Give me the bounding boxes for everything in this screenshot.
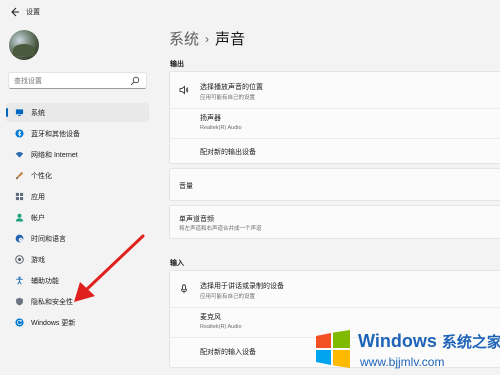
shield-icon (16, 297, 23, 306)
output-device-card: 选择播放声音的位置 应用可能有自己的设置 扬声器 Realtek(R) Audi… (169, 71, 500, 164)
sidebar-item-apps[interactable]: 应用 (6, 187, 149, 206)
breadcrumb: 系统 › 声音 (169, 28, 245, 49)
sidebar-item-bluetooth[interactable]: 蓝牙和其他设备 (6, 124, 149, 143)
wifi-icon (15, 152, 24, 158)
mono-audio-title: 单声道音频 (179, 216, 214, 223)
search-icon[interactable] (130, 76, 140, 86)
update-icon (15, 318, 24, 327)
watermark: Windows 系统之家 www.bjjmlv.com (300, 322, 500, 375)
volume-label: 音量 (179, 183, 193, 190)
brush-icon (15, 171, 24, 180)
sidebar-item-label: 帐户 (31, 215, 45, 222)
sidebar-item-label: Windows 更新 (31, 320, 76, 327)
monitor-icon (15, 109, 24, 116)
person-icon (15, 213, 24, 222)
speaker-icon (179, 85, 189, 95)
pair-output-link[interactable]: 配对新的输出设备 (170, 139, 500, 164)
watermark-brand-cn: 系统之家 (441, 334, 500, 351)
search-box[interactable] (8, 72, 147, 89)
watermark-url: www.bjjmlv.com (360, 355, 445, 369)
windows-logo-icon (316, 330, 350, 368)
sidebar-item-label: 个性化 (31, 173, 52, 180)
choose-input-title: 选择用于讲话或录制的设备 (200, 283, 284, 290)
pair-output-label: 配对新的输出设备 (200, 149, 256, 156)
apps-icon (15, 192, 24, 201)
sidebar-item-label: 应用 (31, 194, 45, 201)
sidebar-item-label: 隐私和安全性 (31, 299, 73, 306)
sidebar-item-system[interactable]: 系统 (6, 103, 149, 122)
sidebar-item-label: 网络和 Internet (31, 152, 78, 159)
output-device-detail: Realtek(R) Audio (200, 125, 242, 131)
output-section-label: 输出 (170, 61, 184, 68)
page-title: 声音 (215, 31, 246, 48)
choose-input-subtitle: 应用可能有自己的设置 (200, 294, 256, 300)
choose-output-row[interactable]: 选择播放声音的位置 应用可能有自己的设置 (170, 72, 500, 108)
sidebar-item-label: 系统 (31, 110, 45, 117)
sidebar-item-windows-update[interactable]: Windows 更新 (6, 313, 149, 332)
sidebar-item-label: 游戏 (31, 257, 45, 264)
output-device-name: 扬声器 (200, 115, 221, 122)
mono-audio-card[interactable]: 单声道音频 将左声道和右声道合并成一个声道 (169, 205, 500, 239)
sidebar: 系统 蓝牙和其他设备 网络和 Internet (0, 24, 160, 375)
sidebar-item-label: 辅助功能 (31, 278, 59, 285)
choose-input-row[interactable]: 选择用于讲话或录制的设备 应用可能有自己的设置 (170, 271, 500, 307)
globe-clock-icon (15, 234, 24, 243)
microphone-icon (180, 284, 188, 294)
mono-audio-subtitle: 将左声道和右声道合并成一个声道 (179, 226, 262, 232)
input-section-label: 输入 (170, 260, 184, 267)
avatar[interactable] (9, 30, 39, 60)
choose-output-subtitle: 应用可能有自己的设置 (200, 95, 256, 101)
settings-window: 设置 系统 蓝牙和其他 (0, 0, 500, 375)
input-device-detail: Realtek(R) Audio (200, 324, 242, 330)
bluetooth-icon (15, 129, 24, 138)
sidebar-item-network[interactable]: 网络和 Internet (6, 145, 149, 164)
volume-card: 音量 (169, 168, 500, 201)
output-device-speaker[interactable]: 扬声器 Realtek(R) Audio (170, 109, 500, 138)
search-input[interactable] (14, 76, 124, 86)
watermark-brand: Windows 系统之家 (358, 331, 500, 351)
window-title: 设置 (26, 9, 40, 16)
sidebar-item-time-language[interactable]: 时间和语言 (6, 229, 149, 248)
sidebar-item-accessibility[interactable]: 辅助功能 (6, 271, 149, 290)
breadcrumb-separator: › (205, 32, 210, 46)
sidebar-item-gaming[interactable]: 游戏 (6, 250, 149, 269)
accessibility-icon (16, 276, 23, 285)
pair-input-label: 配对新的输入设备 (200, 349, 256, 356)
sidebar-item-label: 时间和语言 (31, 236, 66, 243)
title-bar: 设置 (0, 0, 500, 24)
back-arrow-icon[interactable] (10, 7, 20, 17)
breadcrumb-parent[interactable]: 系统 (169, 31, 199, 48)
sidebar-item-accounts[interactable]: 帐户 (6, 208, 149, 227)
sidebar-item-personalization[interactable]: 个性化 (6, 166, 149, 185)
gamepad-icon (15, 255, 24, 264)
sidebar-item-label: 蓝牙和其他设备 (31, 131, 80, 138)
sidebar-item-privacy-security[interactable]: 隐私和安全性 (6, 292, 149, 311)
input-device-name: 麦克风 (200, 314, 221, 321)
choose-output-title: 选择播放声音的位置 (200, 84, 263, 91)
